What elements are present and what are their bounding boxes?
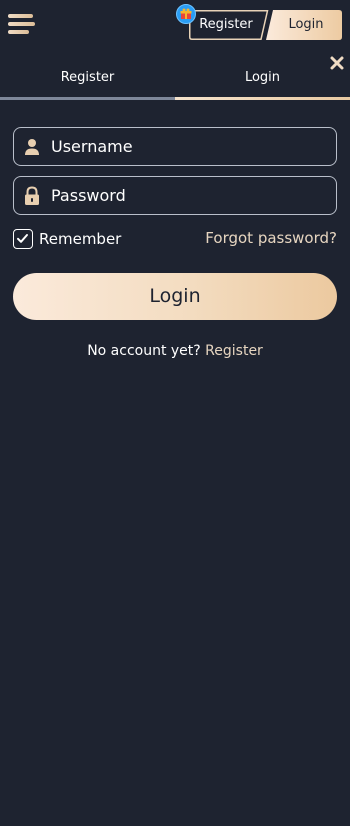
- password-input[interactable]: [51, 177, 321, 214]
- top-bar: Register Login: [0, 0, 350, 50]
- username-input[interactable]: [51, 128, 321, 165]
- username-field: [13, 127, 337, 166]
- header-login-label: Login: [288, 17, 324, 32]
- forgot-password-link[interactable]: Forgot password?: [205, 228, 337, 249]
- tab-login-underline: [175, 97, 350, 100]
- login-button[interactable]: Login: [13, 273, 337, 320]
- user-icon: [23, 137, 41, 157]
- header-register-button[interactable]: Register: [189, 10, 269, 40]
- header-register-label: Register: [199, 17, 253, 32]
- remember-checkbox[interactable]: [13, 229, 33, 249]
- tab-register[interactable]: Register: [0, 60, 175, 96]
- no-account-prompt: No account yet? Register: [0, 341, 350, 361]
- lock-icon: [23, 186, 41, 206]
- hamburger-menu-icon[interactable]: [8, 14, 35, 34]
- no-account-question: No account yet?: [87, 343, 201, 359]
- remember-label: Remember: [39, 230, 122, 248]
- close-icon[interactable]: [329, 55, 345, 71]
- auth-tabs: Register Login: [0, 60, 350, 100]
- header-login-button[interactable]: Login: [266, 10, 342, 40]
- register-link[interactable]: Register: [205, 343, 263, 359]
- tab-register-underline: [0, 97, 175, 100]
- gift-icon: [176, 4, 196, 24]
- password-field: [13, 176, 337, 215]
- tab-login[interactable]: Login: [175, 60, 350, 96]
